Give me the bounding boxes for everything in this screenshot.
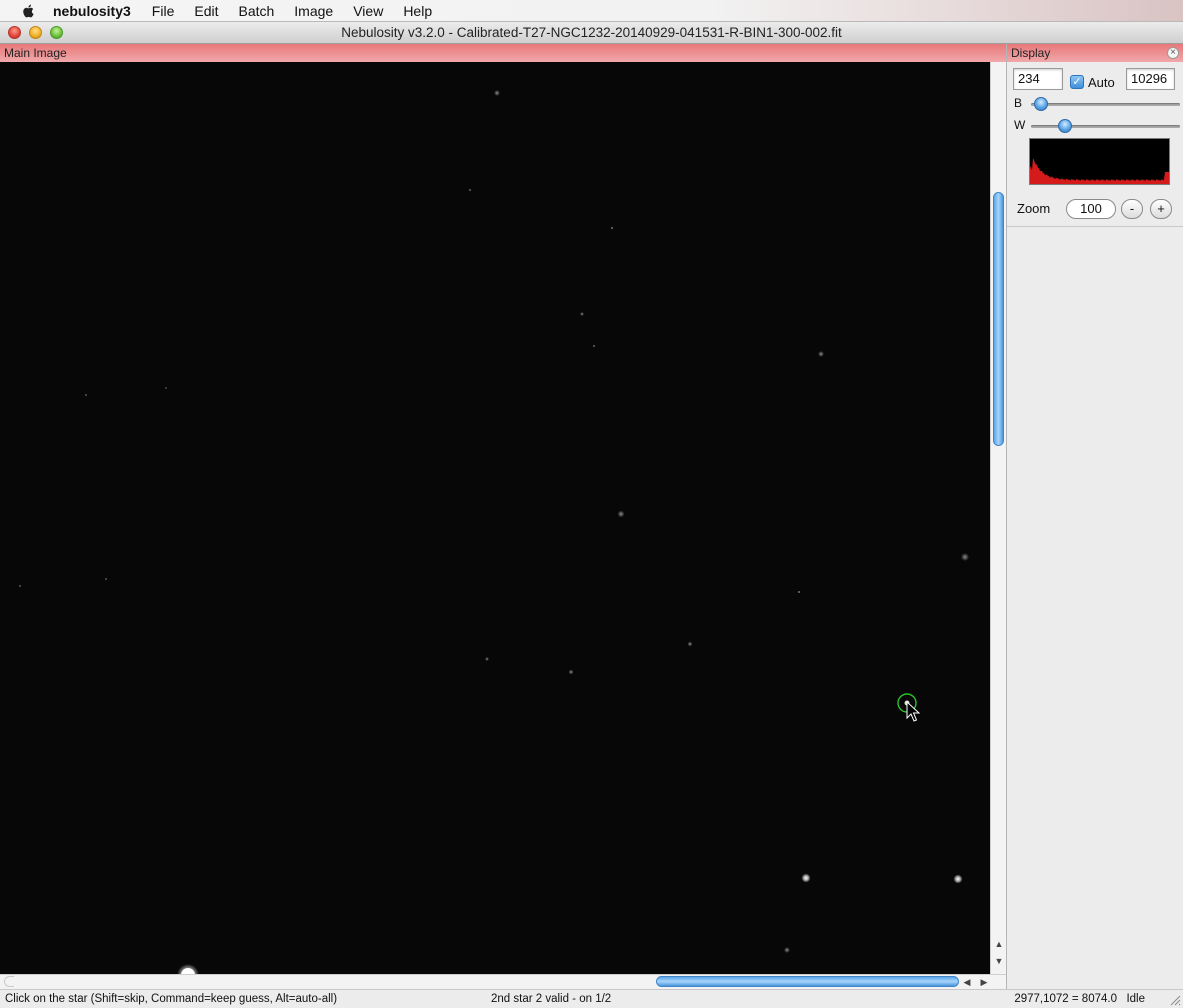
- star: [494, 90, 500, 96]
- menu-image[interactable]: Image: [284, 0, 343, 22]
- mouse-pointer-icon: [906, 700, 921, 722]
- b-slider-knob[interactable]: [1033, 97, 1048, 111]
- white-point-field[interactable]: 10296: [1126, 68, 1175, 90]
- status-instruction: Click on the star (Shift=skip, Command=k…: [5, 993, 338, 1005]
- vertical-scrollbar[interactable]: ▲ ▼: [990, 62, 1006, 974]
- vertical-scroll-thumb[interactable]: [993, 192, 1004, 446]
- histogram-plot: [1030, 158, 1169, 184]
- status-state: Idle: [1126, 993, 1145, 1005]
- b-slider-label: B: [1014, 96, 1023, 110]
- menu-bar: nebulosity3 File Edit Batch Image View H…: [0, 0, 1183, 22]
- display-panel: Display × 234 ✓ Auto 10296 B W Zoom 100 …: [1006, 44, 1183, 989]
- zoom-window-button[interactable]: [50, 26, 63, 39]
- star: [818, 351, 824, 357]
- display-panel-header: Display ×: [1007, 44, 1183, 62]
- black-point-field[interactable]: 234: [1013, 68, 1063, 90]
- star-field: [19, 90, 969, 974]
- star: [485, 657, 489, 661]
- star: [687, 641, 693, 647]
- star: [784, 947, 790, 953]
- auto-checkbox[interactable]: ✓: [1070, 75, 1084, 89]
- zoom-in-button[interactable]: +: [1150, 199, 1172, 219]
- status-progress: 2nd star 2 valid - on 1/2: [491, 993, 612, 1005]
- close-window-button[interactable]: [8, 26, 21, 39]
- status-pixel-readout: 2977,1072 = 8074.0: [1014, 993, 1117, 1005]
- star: [19, 585, 21, 587]
- star: [468, 188, 472, 192]
- triangle-down-icon[interactable]: ▼: [991, 955, 1007, 967]
- zoom-label: Zoom: [1017, 201, 1051, 216]
- histogram: [1029, 138, 1170, 185]
- window-title-bar[interactable]: Nebulosity v3.2.0 - Calibrated-T27-NGC12…: [0, 22, 1183, 44]
- apple-icon[interactable]: [19, 3, 39, 19]
- star: [953, 874, 963, 884]
- star: [568, 669, 574, 675]
- w-slider-track[interactable]: [1031, 125, 1180, 128]
- zoom-field[interactable]: 100: [1066, 199, 1116, 219]
- status-bar: Click on the star (Shift=skip, Command=k…: [0, 989, 1183, 1008]
- main-image-canvas[interactable]: [0, 62, 990, 974]
- triangle-left-icon[interactable]: ◀: [959, 976, 975, 988]
- star: [580, 312, 584, 316]
- star: [165, 387, 167, 389]
- menu-edit[interactable]: Edit: [184, 0, 228, 22]
- menu-help[interactable]: Help: [393, 0, 442, 22]
- horizontal-scroll-thumb[interactable]: [656, 976, 959, 987]
- menu-view[interactable]: View: [343, 0, 393, 22]
- star: [611, 227, 613, 229]
- minimize-window-button[interactable]: [29, 26, 42, 39]
- horizontal-scrollbar[interactable]: ◀ ▶: [0, 974, 1006, 989]
- display-panel-title: Display: [1011, 46, 1051, 60]
- auto-checkbox-label: Auto: [1088, 75, 1115, 90]
- panel-divider: [1007, 226, 1183, 227]
- star: [617, 510, 625, 518]
- menu-app-name[interactable]: nebulosity3: [53, 0, 142, 22]
- b-slider-track[interactable]: [1031, 103, 1180, 106]
- resize-grip-icon[interactable]: [1170, 995, 1181, 1006]
- menu-batch[interactable]: Batch: [228, 0, 284, 22]
- star: [798, 591, 800, 593]
- main-image-header: Main Image: [0, 44, 1006, 62]
- star: [961, 553, 969, 561]
- histogram-curve: [1030, 158, 1169, 184]
- w-slider-label: W: [1014, 118, 1026, 132]
- triangle-right-icon[interactable]: ▶: [976, 976, 992, 988]
- star: [593, 345, 595, 347]
- star: [801, 873, 811, 883]
- horizontal-scroll-left-cap: [4, 976, 14, 987]
- triangle-up-icon[interactable]: ▲: [991, 938, 1007, 950]
- close-icon[interactable]: ×: [1167, 47, 1179, 59]
- w-slider-knob[interactable]: [1058, 119, 1072, 133]
- zoom-out-button[interactable]: -: [1121, 199, 1143, 219]
- star: [85, 394, 87, 396]
- window-title: Nebulosity v3.2.0 - Calibrated-T27-NGC12…: [341, 25, 842, 40]
- menu-file[interactable]: File: [142, 0, 185, 22]
- star: [105, 578, 107, 580]
